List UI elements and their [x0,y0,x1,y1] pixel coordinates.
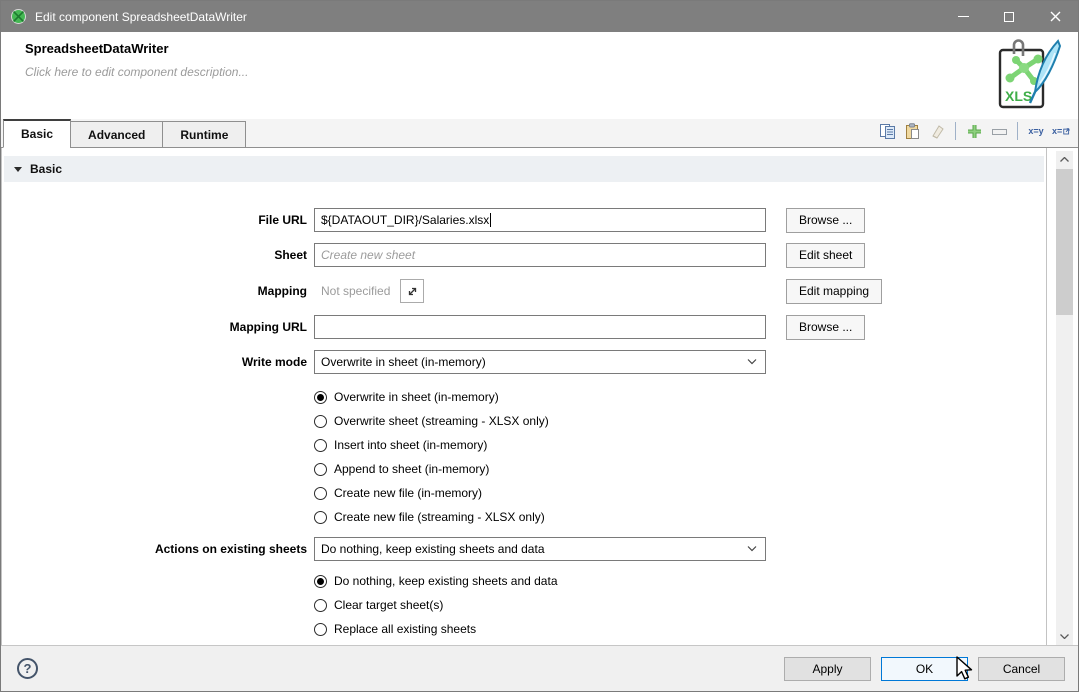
write-mode-option[interactable]: Append to sheet (in-memory) [314,457,1046,481]
export-value-icon[interactable]: x= [1052,122,1070,140]
window-title: Edit component SpreadsheetDataWriter [35,10,247,24]
actions-option[interactable]: Clear target sheet(s) [314,593,1046,617]
file-url-label: File URL [2,213,307,227]
svg-text:XLS: XLS [1005,88,1032,104]
mapping-value: Not specified [321,284,390,298]
radio-icon [314,575,327,588]
tab-basic[interactable]: Basic [3,119,71,148]
chevron-down-icon [747,546,757,552]
edit-sheet-button[interactable]: Edit sheet [786,243,865,268]
apply-button[interactable]: Apply [784,657,871,681]
file-url-browse-button[interactable]: Browse ... [786,208,865,233]
sheet-label: Sheet [2,248,307,262]
maximize-button[interactable] [986,1,1032,32]
tab-strip: Basic Advanced Runtime [1,119,1078,148]
write-mode-label: Write mode [2,355,307,369]
basic-form: File URL ${DATAOUT_DIR}/Salaries.xlsx Br… [2,208,1046,641]
section-header-basic[interactable]: Basic [4,156,1044,182]
paste-icon[interactable] [903,122,921,140]
radio-icon [314,391,327,404]
basic-tab-panel: Basic File URL ${DATAOUT_DIR}/Salaries.x… [1,148,1047,647]
write-mode-dropdown[interactable]: Overwrite in sheet (in-memory) [314,350,766,374]
minimize-button[interactable] [940,1,986,32]
actions-dropdown[interactable]: Do nothing, keep existing sheets and dat… [314,537,766,561]
erase-icon[interactable] [928,122,946,140]
scroll-down-icon[interactable] [1056,628,1073,645]
properties-toolbar: x=y x= [878,122,1070,140]
mapping-url-row: Mapping URL Browse ... [2,315,1046,339]
component-header: SpreadsheetDataWriter Click here to edit… [1,32,1078,119]
radio-icon [314,487,327,500]
copy-icon[interactable] [878,122,896,140]
cancel-button[interactable]: Cancel [978,657,1065,681]
sheet-input[interactable]: Create new sheet [314,243,766,267]
scrollbar-thumb[interactable] [1056,169,1073,315]
mapping-url-browse-button[interactable]: Browse ... [786,315,865,340]
toolbar-separator [1017,122,1018,140]
mapping-label: Mapping [2,284,307,298]
actions-row: Actions on existing sheets Do nothing, k… [2,537,1046,561]
spreadsheet-writer-icon: XLS [986,37,1064,122]
simple-value-icon[interactable]: x=y [1027,122,1045,140]
minimize-icon [958,16,969,17]
edit-component-dialog: Edit component SpreadsheetDataWriter Spr… [0,0,1079,692]
scroll-up-icon[interactable] [1056,151,1073,168]
tab-runtime[interactable]: Runtime [162,121,246,148]
file-url-input[interactable]: ${DATAOUT_DIR}/Salaries.xlsx [314,208,766,232]
mapping-url-label: Mapping URL [2,320,307,334]
radio-icon [314,511,327,524]
help-button[interactable]: ? [17,658,38,679]
mapping-row: Mapping Not specified Edit mapping [2,278,1046,304]
radio-icon [314,599,327,612]
component-name: SpreadsheetDataWriter [25,41,169,56]
edit-mapping-button[interactable]: Edit mapping [786,279,882,304]
add-icon[interactable] [965,122,983,140]
section-title: Basic [30,162,62,176]
toolbar-separator [955,122,956,140]
component-description-placeholder[interactable]: Click here to edit component description… [25,65,248,79]
ok-button[interactable]: OK [881,657,968,681]
file-url-row: File URL ${DATAOUT_DIR}/Salaries.xlsx Br… [2,208,1046,232]
title-bar[interactable]: Edit component SpreadsheetDataWriter [1,1,1078,32]
actions-option[interactable]: Replace all existing sheets [314,617,1046,641]
clover-app-icon [10,8,27,25]
radio-icon [314,439,327,452]
write-mode-option[interactable]: Create new file (streaming - XLSX only) [314,505,1046,529]
actions-option[interactable]: Do nothing, keep existing sheets and dat… [314,569,1046,593]
close-icon [1050,11,1061,22]
write-mode-option[interactable]: Overwrite in sheet (in-memory) [314,385,1046,409]
radio-icon [314,623,327,636]
remove-icon[interactable] [990,122,1008,140]
dialog-footer: ? Apply OK Cancel [1,645,1078,691]
write-mode-option[interactable]: Overwrite sheet (streaming - XLSX only) [314,409,1046,433]
write-mode-option[interactable]: Insert into sheet (in-memory) [314,433,1046,457]
expand-icon [406,285,419,298]
text-caret [490,213,491,227]
radio-icon [314,463,327,476]
radio-icon [314,415,327,428]
close-button[interactable] [1032,1,1078,32]
collapse-arrow-icon [14,167,22,172]
write-mode-option[interactable]: Create new file (in-memory) [314,481,1046,505]
tab-advanced[interactable]: Advanced [70,121,163,148]
actions-label: Actions on existing sheets [2,542,307,556]
chevron-down-icon [747,359,757,365]
maximize-icon [1004,12,1014,22]
write-mode-row: Write mode Overwrite in sheet (in-memory… [2,350,1046,374]
vertical-scrollbar[interactable] [1056,151,1073,645]
mapping-expand-button[interactable] [400,279,424,303]
mapping-url-input[interactable] [314,315,766,339]
sheet-row: Sheet Create new sheet Edit sheet [2,243,1046,267]
